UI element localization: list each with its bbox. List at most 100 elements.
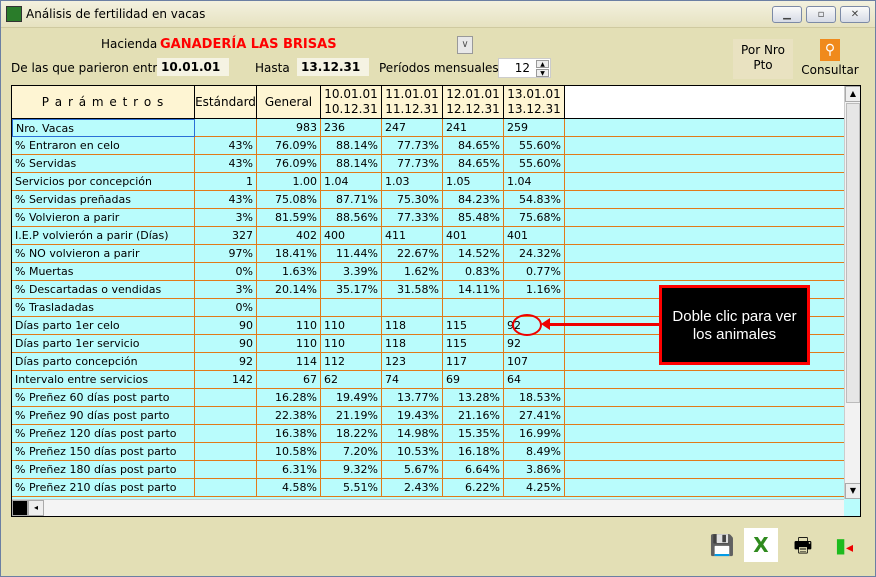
cell-value[interactable]: 115 bbox=[443, 335, 504, 353]
cell-value[interactable]: 13.77% bbox=[382, 389, 443, 407]
cell-value[interactable] bbox=[443, 299, 504, 317]
cell-value[interactable]: 55.60% bbox=[504, 137, 565, 155]
row-label[interactable]: % Preñez 120 días post parto bbox=[12, 425, 195, 443]
cell-value[interactable]: 7.20% bbox=[321, 443, 382, 461]
cell-value[interactable] bbox=[195, 479, 257, 497]
row-label[interactable]: Nro. Vacas bbox=[12, 119, 195, 137]
cell-value[interactable]: 241 bbox=[443, 119, 504, 137]
cell-value[interactable]: 35.17% bbox=[321, 281, 382, 299]
cell-value[interactable]: 400 bbox=[321, 227, 382, 245]
cell-value[interactable] bbox=[195, 119, 257, 137]
row-label[interactable]: % Preñez 150 días post parto bbox=[12, 443, 195, 461]
cell-value[interactable]: 27.41% bbox=[504, 407, 565, 425]
cell-value[interactable]: 1 bbox=[195, 173, 257, 191]
cell-value[interactable]: 6.22% bbox=[443, 479, 504, 497]
cell-value[interactable]: 110 bbox=[257, 317, 321, 335]
cell-value[interactable]: 77.33% bbox=[382, 209, 443, 227]
cell-value[interactable] bbox=[195, 461, 257, 479]
cell-value[interactable]: 77.73% bbox=[382, 137, 443, 155]
table-row[interactable]: % Entraron en celo 43% 76.09% 88.14% 77.73% 8… bbox=[12, 137, 844, 155]
cell-value[interactable]: 14.98% bbox=[382, 425, 443, 443]
cell-value[interactable]: 43% bbox=[195, 155, 257, 173]
cell-value[interactable]: 1.04 bbox=[321, 173, 382, 191]
cell-value[interactable]: 18.53% bbox=[504, 389, 565, 407]
cell-value[interactable] bbox=[195, 443, 257, 461]
hasta-field[interactable]: 13.12.31 bbox=[297, 58, 369, 76]
cell-value[interactable]: 123 bbox=[382, 353, 443, 371]
cell-value[interactable]: 84.65% bbox=[443, 137, 504, 155]
cell-value[interactable]: 22.67% bbox=[382, 245, 443, 263]
close-button[interactable]: ✕ bbox=[840, 6, 870, 23]
header-general[interactable]: General bbox=[257, 86, 321, 119]
cell-value[interactable]: 90 bbox=[195, 317, 257, 335]
cell-value[interactable]: 6.64% bbox=[443, 461, 504, 479]
cell-value[interactable]: 19.49% bbox=[321, 389, 382, 407]
cell-value[interactable]: 14.11% bbox=[443, 281, 504, 299]
cell-value[interactable]: 16.99% bbox=[504, 425, 565, 443]
cell-value[interactable]: 20.14% bbox=[257, 281, 321, 299]
cell-value[interactable] bbox=[504, 299, 565, 317]
cell-value[interactable]: 18.41% bbox=[257, 245, 321, 263]
row-label[interactable]: % NO volvieron a parir bbox=[12, 245, 195, 263]
cell-value[interactable]: 4.25% bbox=[504, 479, 565, 497]
cell-value[interactable] bbox=[321, 299, 382, 317]
cell-value[interactable]: 75.68% bbox=[504, 209, 565, 227]
cell-value[interactable]: 142 bbox=[195, 371, 257, 389]
cell-value[interactable]: 5.67% bbox=[382, 461, 443, 479]
cell-value[interactable]: 16.18% bbox=[443, 443, 504, 461]
cell-value[interactable]: 22.38% bbox=[257, 407, 321, 425]
spin-up-icon[interactable]: ▲ bbox=[536, 60, 549, 68]
table-row[interactable]: Intervalo entre servicios 142 67 62 74 69 64 bbox=[12, 371, 844, 389]
cell-value[interactable]: 3.39% bbox=[321, 263, 382, 281]
header-period[interactable]: 10.01.01 10.12.31 bbox=[321, 86, 382, 119]
cell-value[interactable]: 16.38% bbox=[257, 425, 321, 443]
cell-value[interactable]: 401 bbox=[443, 227, 504, 245]
cell-value[interactable]: 92 bbox=[195, 353, 257, 371]
chevron-down-icon[interactable]: ∨ bbox=[457, 36, 473, 54]
cell-value[interactable]: 236 bbox=[321, 119, 382, 137]
cell-value[interactable]: 402 bbox=[257, 227, 321, 245]
table-row[interactable]: Servicios por concepción 1 1.00 1.04 1.03 1.0… bbox=[12, 173, 844, 191]
cell-value[interactable]: 10.58% bbox=[257, 443, 321, 461]
periodos-stepper[interactable]: 12 ▲ ▼ bbox=[498, 58, 551, 78]
row-label[interactable]: I.E.P volvierón a parir (Días) bbox=[12, 227, 195, 245]
print-icon[interactable]: 🖶 bbox=[786, 528, 820, 562]
cell-value[interactable]: 117 bbox=[443, 353, 504, 371]
cell-value[interactable]: 112 bbox=[321, 353, 382, 371]
table-row[interactable]: % Volvieron a parir 3% 81.59% 88.56% 77.33% 8… bbox=[12, 209, 844, 227]
cell-value[interactable]: 74 bbox=[382, 371, 443, 389]
por-nro-pto-button[interactable]: Por Nro Pto bbox=[733, 39, 793, 79]
cell-value[interactable]: 1.04 bbox=[504, 173, 565, 191]
table-row[interactable]: % Preñez 210 días post parto 4.58% 5.51% 2.… bbox=[12, 479, 844, 497]
vertical-scrollbar[interactable]: ▲ ▼ bbox=[844, 86, 860, 499]
cell-value[interactable]: 3.86% bbox=[504, 461, 565, 479]
scroll-left-icon[interactable] bbox=[12, 500, 28, 516]
cell-value[interactable]: 31.58% bbox=[382, 281, 443, 299]
cell-value[interactable]: 110 bbox=[257, 335, 321, 353]
cell-value[interactable]: 1.00 bbox=[257, 173, 321, 191]
cell-value[interactable]: 107 bbox=[504, 353, 565, 371]
cell-value[interactable]: 327 bbox=[195, 227, 257, 245]
cell-value[interactable]: 1.62% bbox=[382, 263, 443, 281]
cell-value[interactable]: 62 bbox=[321, 371, 382, 389]
cell-value[interactable]: 6.31% bbox=[257, 461, 321, 479]
spin-down-icon[interactable]: ▼ bbox=[536, 69, 549, 77]
cell-value[interactable]: 118 bbox=[382, 317, 443, 335]
cell-value[interactable]: 9.32% bbox=[321, 461, 382, 479]
table-row[interactable]: % Preñez 120 días post parto 16.38% 18.22%… bbox=[12, 425, 844, 443]
scroll-thumb[interactable] bbox=[846, 103, 860, 403]
row-label[interactable]: % Servidas bbox=[12, 155, 195, 173]
cell-value[interactable]: 259 bbox=[504, 119, 565, 137]
row-label[interactable]: % Descartadas o vendidas bbox=[12, 281, 195, 299]
cell-value[interactable]: 8.49% bbox=[504, 443, 565, 461]
header-period[interactable]: 11.01.01 11.12.31 bbox=[382, 86, 443, 119]
row-label[interactable]: Días parto 1er celo bbox=[12, 317, 195, 335]
cell-value[interactable]: 110 bbox=[321, 335, 382, 353]
cell-value[interactable]: 84.65% bbox=[443, 155, 504, 173]
cell-value[interactable]: 55.60% bbox=[504, 155, 565, 173]
cell-value[interactable]: 4.58% bbox=[257, 479, 321, 497]
header-parametros[interactable]: P a r á m e t r o s bbox=[12, 86, 195, 119]
scroll-left-arrow-icon[interactable]: ◂ bbox=[28, 500, 44, 516]
table-row[interactable]: I.E.P volvierón a parir (Días) 327 402 400 4… bbox=[12, 227, 844, 245]
table-row[interactable]: % Preñez 90 días post parto 22.38% 21.19% 1… bbox=[12, 407, 844, 425]
